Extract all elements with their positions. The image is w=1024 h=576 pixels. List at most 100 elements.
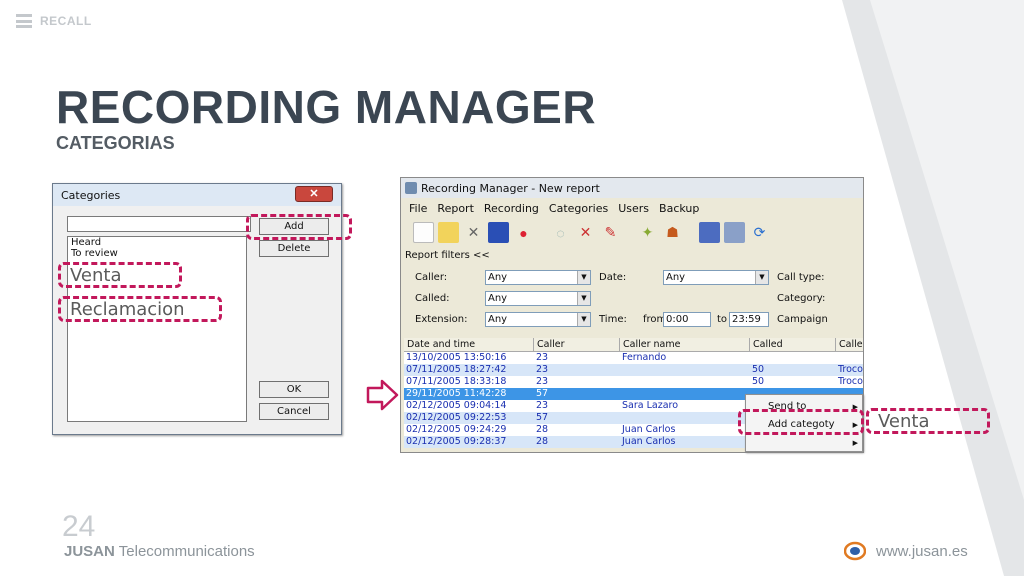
- table-cell: 07/11/2005 18:27:42: [406, 364, 507, 375]
- backup-icon[interactable]: [699, 222, 720, 243]
- table-cell: [750, 352, 836, 364]
- column-header-called[interactable]: Called: [750, 338, 836, 351]
- page-number: 24: [62, 510, 96, 543]
- caller-label: Caller:: [415, 272, 448, 283]
- toolbar-separator: [538, 222, 546, 243]
- extension-value: Any: [488, 314, 508, 325]
- close-button[interactable]: ✕: [295, 186, 333, 202]
- table-cell: 02/12/2005 09:28:37: [406, 436, 507, 447]
- add-category-highlight: [738, 409, 864, 435]
- table-cell: 28: [536, 424, 549, 435]
- report-filters-toggle[interactable]: Report filters <<: [405, 250, 490, 261]
- delete-icon[interactable]: ✕: [463, 222, 484, 243]
- footer-company: JUSAN Telecommunications: [64, 543, 255, 560]
- table-header: Date and time Caller Caller name Called …: [404, 338, 863, 352]
- extension-select[interactable]: Any ▼: [485, 312, 591, 327]
- page-title: RECORDING MANAGER: [56, 81, 597, 133]
- venta-submenu-annotation: Venta: [878, 411, 930, 432]
- date-select[interactable]: Any ▼: [663, 270, 769, 285]
- menu-users[interactable]: Users: [618, 202, 649, 215]
- time-label: Time:: [599, 314, 627, 325]
- category-name-input[interactable]: [67, 216, 251, 232]
- venta-annotation: Venta: [70, 265, 122, 286]
- column-header-called-name[interactable]: Called: [836, 338, 863, 351]
- add-highlight: [246, 214, 352, 240]
- column-header-caller-name[interactable]: Caller name: [620, 338, 750, 351]
- user-icon[interactable]: ☗: [662, 222, 683, 243]
- table-cell: Trocol: [838, 376, 864, 387]
- puzzle-icon[interactable]: ✦: [637, 222, 658, 243]
- dropdown-arrow-icon[interactable]: ▼: [755, 271, 768, 284]
- app-icon: [405, 182, 417, 194]
- comment-delete-icon[interactable]: ✕: [575, 222, 596, 243]
- table-cell: 50: [752, 376, 765, 387]
- menu-bar: File Report Recording Categories Users B…: [409, 202, 699, 215]
- called-value: Any: [488, 293, 508, 304]
- call-type-label: Call type:: [777, 272, 825, 283]
- table-cell: 23: [536, 352, 549, 363]
- delete-button[interactable]: Delete: [259, 240, 329, 257]
- campaign-label: Campaign: [777, 314, 828, 325]
- table-row[interactable]: 07/11/2005 18:27:42 23 50 Trocol: [404, 364, 863, 376]
- pin-icon[interactable]: ●: [513, 222, 534, 243]
- menu-icon[interactable]: [16, 14, 32, 28]
- caller-select[interactable]: Any ▼: [485, 270, 591, 285]
- table-cell: 02/12/2005 09:24:29: [406, 424, 507, 435]
- table-cell: 23: [536, 400, 549, 411]
- menu-file[interactable]: File: [409, 202, 427, 215]
- date-value: Any: [666, 272, 686, 283]
- called-select[interactable]: Any ▼: [485, 291, 591, 306]
- restore-icon[interactable]: [724, 222, 745, 243]
- toolbar: ✕ ● ◌ ✕ ✎ ✦ ☗ ⟳: [413, 222, 770, 243]
- arrow-right-icon: [366, 379, 399, 411]
- footer-url[interactable]: www.jusan.es: [876, 543, 968, 560]
- table-row[interactable]: 07/11/2005 18:33:18 23 50 Trocol: [404, 376, 864, 388]
- dropdown-arrow-icon[interactable]: ▼: [577, 313, 590, 326]
- brand-header: RECALL: [16, 14, 92, 28]
- column-header-caller[interactable]: Caller: [534, 338, 620, 351]
- table-cell: 57: [536, 412, 549, 423]
- dialog-title: Categories: [61, 189, 121, 202]
- brand-label: RECALL: [40, 14, 92, 28]
- extension-label: Extension:: [415, 314, 468, 325]
- column-header-date[interactable]: Date and time: [404, 338, 534, 351]
- table-cell: 02/12/2005 09:04:14: [406, 400, 507, 411]
- ok-button[interactable]: OK: [259, 381, 329, 398]
- to-time-input[interactable]: 23:59: [729, 312, 769, 327]
- table-cell: [620, 376, 750, 388]
- list-item[interactable]: Heard: [68, 237, 246, 248]
- comment-icon[interactable]: ◌: [550, 222, 571, 243]
- table-cell: 28: [536, 436, 549, 447]
- dropdown-arrow-icon[interactable]: ▼: [577, 292, 590, 305]
- comment-edit-icon[interactable]: ✎: [600, 222, 621, 243]
- table-cell: Juan Carlos: [622, 436, 676, 447]
- dropdown-arrow-icon[interactable]: ▼: [577, 271, 590, 284]
- menu-categories[interactable]: Categories: [549, 202, 608, 215]
- from-time-input[interactable]: 0:00: [663, 312, 711, 327]
- table-cell: 13/10/2005 13:50:16: [406, 352, 507, 363]
- menu-recording[interactable]: Recording: [484, 202, 539, 215]
- open-folder-icon[interactable]: [438, 222, 459, 243]
- table-cell: [620, 412, 750, 424]
- toolbar-separator: [625, 222, 633, 243]
- table-cell: Fernando: [622, 352, 667, 363]
- window-title: Recording Manager - New report: [421, 182, 600, 195]
- list-item[interactable]: To review: [68, 248, 246, 259]
- company-logo-icon: [844, 541, 866, 561]
- called-label: Called:: [415, 293, 450, 304]
- table-cell: 02/12/2005 09:22:53: [406, 412, 507, 423]
- menu-report[interactable]: Report: [437, 202, 473, 215]
- menu-backup[interactable]: Backup: [659, 202, 699, 215]
- table-cell: [836, 352, 863, 364]
- table-cell: [620, 388, 750, 400]
- new-report-icon[interactable]: [413, 222, 434, 243]
- save-icon[interactable]: [488, 222, 509, 243]
- dialog-titlebar: Categories ✕: [53, 184, 341, 206]
- table-row[interactable]: 13/10/2005 13:50:16 23 Fernando: [404, 352, 863, 364]
- table-cell: 23: [536, 376, 549, 387]
- to-label: to: [717, 314, 728, 325]
- refresh-icon[interactable]: ⟳: [749, 222, 770, 243]
- table-cell: 07/11/2005 18:33:18: [406, 376, 507, 387]
- table-cell: Sara Lazaro: [622, 400, 679, 411]
- cancel-button[interactable]: Cancel: [259, 403, 329, 420]
